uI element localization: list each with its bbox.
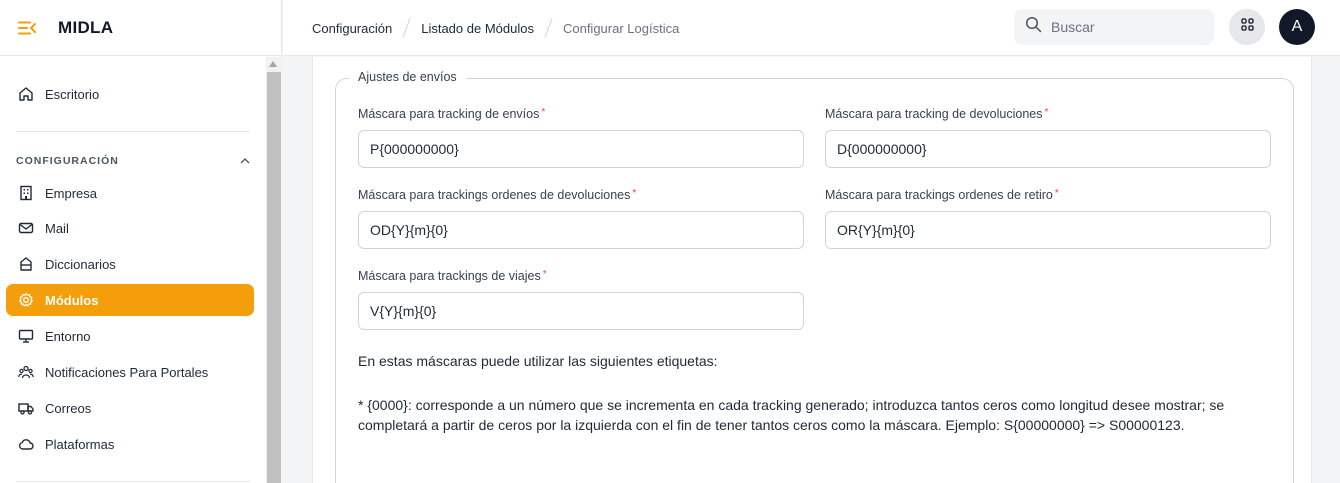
search-input[interactable] [1051, 19, 1201, 35]
fieldset-legend: Ajustes de envíos [349, 70, 466, 84]
field-label-tracking-devoluciones: Máscara para tracking de devoluciones * [825, 107, 1049, 121]
brand[interactable]: MIDLA [0, 0, 281, 56]
required-asterisk: * [541, 107, 546, 118]
sidebar-item-label: Diccionarios [45, 256, 116, 272]
tracking-envios-input[interactable] [358, 130, 804, 168]
required-asterisk: * [1054, 188, 1059, 199]
ordenes-devoluciones-input[interactable] [358, 211, 804, 249]
sidebar-item-label: Empresa [45, 185, 98, 201]
sidebar-item-label: Escritorio [45, 86, 100, 102]
sidebar-item-entorno[interactable]: Entorno [6, 320, 254, 352]
trackings-viajes-input[interactable] [358, 292, 804, 330]
sidebar: MIDLA Escritorio CONFIGURACIÓN Empresa M… [0, 0, 282, 483]
section-header-configuracion[interactable]: CONFIGURACIÓN [16, 155, 250, 167]
sidebar-item-diccionarios[interactable]: Diccionarios [6, 248, 254, 280]
brand-name: MIDLA [58, 17, 114, 37]
sidebar-item-plataformas[interactable]: Plataformas [6, 428, 254, 460]
required-asterisk: * [632, 188, 637, 199]
building-icon [18, 185, 34, 201]
monitor-icon [18, 328, 34, 344]
required-asterisk: * [542, 269, 547, 280]
scrollbar-thumb[interactable] [267, 72, 281, 483]
search-box[interactable] [1014, 9, 1214, 45]
apps-grid-icon [1240, 18, 1254, 36]
cloud-icon [18, 436, 34, 452]
menu-collapse-icon[interactable] [18, 18, 38, 38]
sidebar-item-label: Módulos [45, 292, 99, 308]
home-icon [18, 86, 34, 102]
field-label-tracking-envios: Máscara para tracking de envíos * [358, 107, 546, 121]
sidebar-item-escritorio[interactable]: Escritorio [6, 78, 254, 110]
sidebar-item-mail[interactable]: Mail [6, 212, 254, 244]
gear-icon [18, 292, 34, 308]
sidebar-divider [16, 481, 250, 482]
tracking-devoluciones-input[interactable] [825, 130, 1271, 168]
breadcrumb-current: Configurar Logística [562, 20, 680, 36]
search-icon [1025, 16, 1042, 38]
settings-card: Ajustes de envíos Máscara para tracking … [312, 57, 1312, 483]
avatar[interactable]: A [1279, 9, 1315, 45]
sidebar-item-notificaciones[interactable]: Notificaciones Para Portales [6, 356, 254, 388]
required-asterisk: * [1044, 107, 1049, 118]
sidebar-scrollbar[interactable] [266, 57, 282, 483]
sidebar-item-label: Notificaciones Para Portales [45, 364, 209, 380]
sidebar-item-label: Mail [45, 220, 69, 236]
help-item-text: * {0000}: corresponde a un número que se… [358, 397, 1225, 433]
breadcrumb-separator [544, 18, 553, 38]
breadcrumb: Configuración Listado de Módulos Configu… [312, 0, 679, 56]
breadcrumb-separator [402, 18, 411, 38]
field-label-ordenes-devoluciones: Máscara para trackings ordenes de devolu… [358, 188, 637, 202]
sidebar-item-label: Entorno [45, 328, 91, 344]
field-label-trackings-viajes: Máscara para trackings de viajes * [358, 269, 547, 283]
breadcrumb-configuracion[interactable]: Configuración [312, 21, 392, 36]
help-intro-text: En estas máscaras puede utilizar las sig… [358, 353, 718, 369]
ordenes-retiro-input[interactable] [825, 211, 1271, 249]
chevron-up-icon[interactable] [240, 155, 250, 167]
book-icon [18, 256, 34, 272]
breadcrumb-listado-modulos[interactable]: Listado de Módulos [421, 21, 534, 36]
section-title: CONFIGURACIÓN [16, 155, 119, 167]
sidebar-item-modulos[interactable]: Módulos [6, 284, 254, 316]
top-header: Configuración Listado de Módulos Configu… [283, 0, 1340, 56]
users-icon [18, 364, 34, 380]
field-label-ordenes-retiro: Máscara para trackings ordenes de retiro… [825, 188, 1059, 202]
mail-icon [18, 220, 34, 236]
truck-icon [18, 400, 34, 416]
sidebar-item-label: Plataformas [45, 436, 115, 452]
sidebar-item-correos[interactable]: Correos [6, 392, 254, 424]
apps-button[interactable] [1229, 9, 1265, 45]
sidebar-item-empresa[interactable]: Empresa [6, 177, 254, 209]
sidebar-divider [16, 131, 250, 132]
scroll-up-arrow-icon[interactable] [269, 61, 277, 67]
sidebar-item-label: Correos [45, 400, 92, 416]
sidebar-nav: Escritorio CONFIGURACIÓN Empresa Mail Di… [0, 57, 266, 483]
